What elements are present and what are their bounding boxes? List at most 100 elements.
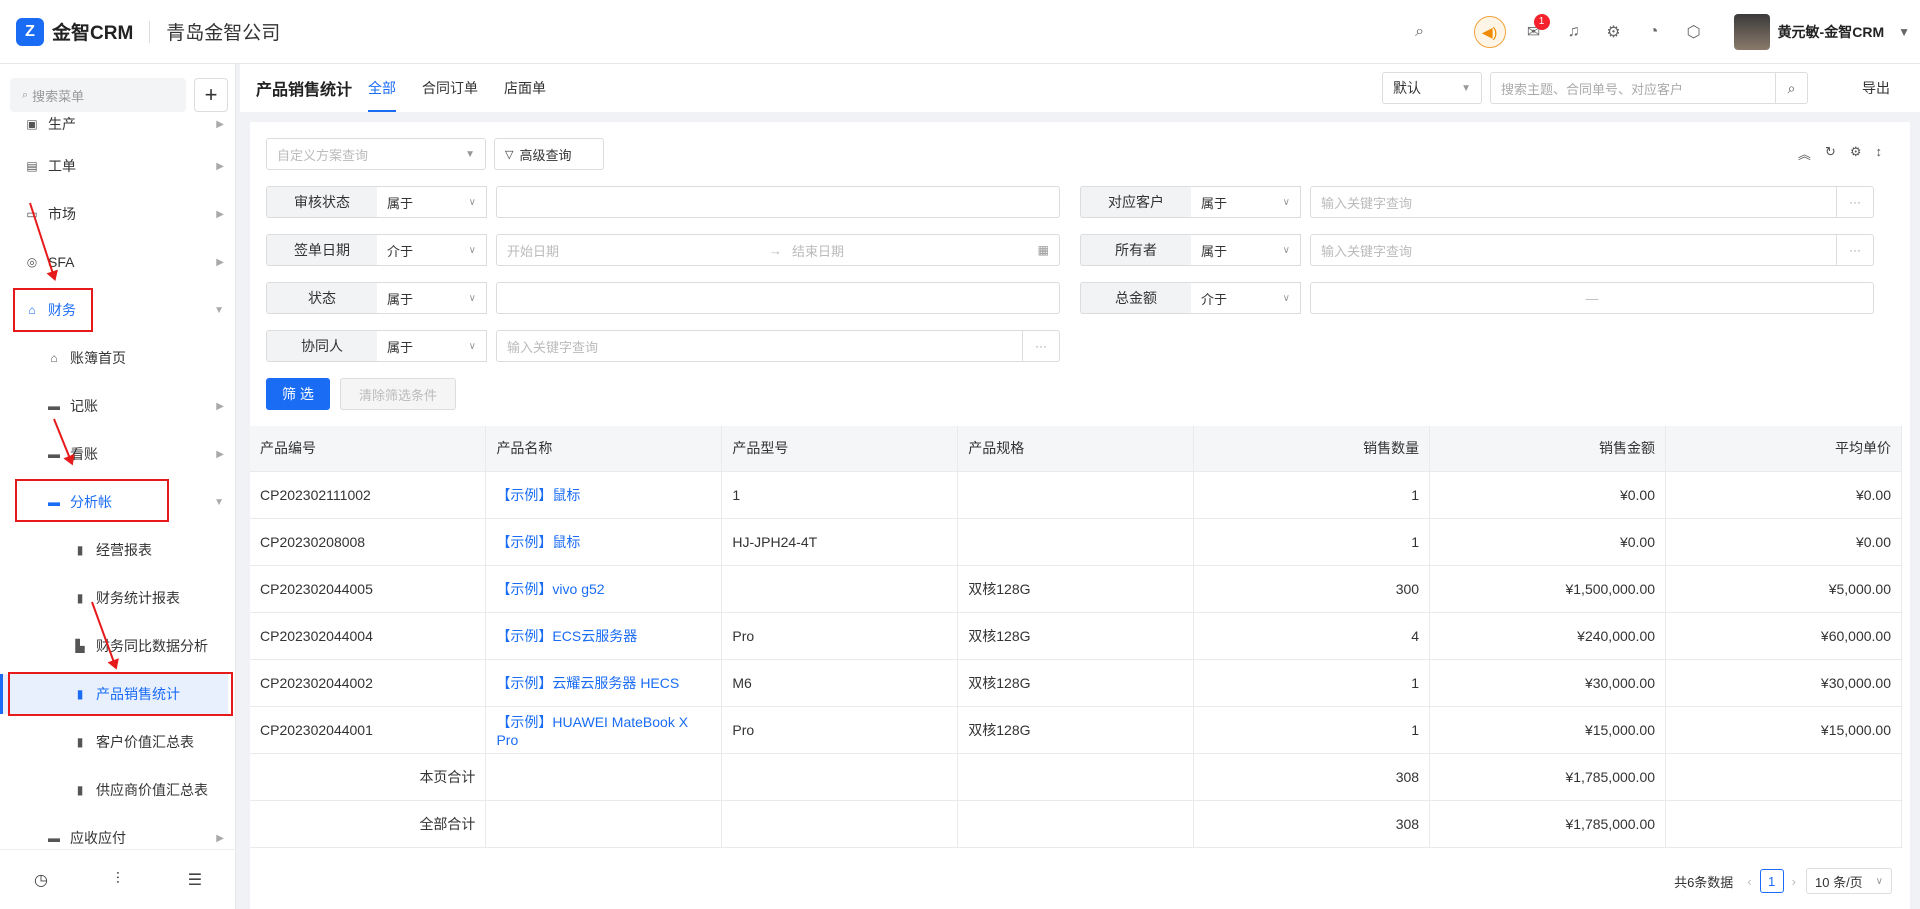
sidebar-item-sfa[interactable]: ◎ SFA ▶ [0,242,228,282]
col-avg-price[interactable]: 平均单价 [1665,426,1902,472]
sidebar-item-customer-value[interactable]: ▮ 客户价值汇总表 [0,722,228,762]
chevron-down-icon: ∨ [1282,292,1290,304]
sidebar-item-finance-stats[interactable]: ▮ 财务统计报表 [0,578,228,618]
add-menu-button[interactable]: + [194,78,228,112]
announcement-icon[interactable]: ◀) [1473,16,1506,48]
cell-model [721,565,959,613]
cell-code: CP202302044002 [250,659,487,707]
app-logo[interactable]: Z 金智CRM [16,17,134,46]
menu-search-input[interactable]: ⌕ 搜索菜单 [10,78,186,112]
message-icon[interactable]: ✉ 1 [1514,12,1554,52]
cell-avg: ¥0.00 [1665,471,1902,519]
table-row: CP202302044005 【示例】vivo g52 双核128G 300 ¥… [250,565,1902,613]
sidebar-item-workorder[interactable]: ▤ 工单 ▶ [0,146,228,186]
cell-name-link[interactable]: 【示例】鼠标 [485,518,723,566]
collaborator-more-button[interactable]: ··· [1022,330,1060,362]
clear-filter-button[interactable]: 清除筛选条件 [340,378,456,410]
view-select[interactable]: 默认 ▼ [1382,72,1482,104]
filter-input-amount-range[interactable]: — [1310,282,1874,314]
advanced-query-button[interactable]: ▽ 高级查询 [494,138,604,170]
tab-contract-orders[interactable]: 合同订单 [422,64,478,112]
workorder-icon: ▤ [26,159,38,173]
filter-op-audit-status[interactable]: 属于 ∨ [377,186,487,218]
chevron-down-icon[interactable]: ▼ [1898,25,1910,39]
col-sales-amount[interactable]: 销售金额 [1429,426,1667,472]
bell-icon[interactable]: ♫ [1554,12,1594,52]
record-search-input[interactable]: 搜索主题、合同单号、对应客户 [1490,72,1776,104]
cell-name-link[interactable]: 【示例】云耀云服务器 HECS [485,659,723,707]
filter-input-status[interactable] [496,282,1060,314]
sidebar-item-label: 财务同比数据分析 [96,638,208,654]
folder-icon: ▬ [48,399,60,413]
cell-qty: 300 [1193,565,1431,613]
sidebar-item-bookkeeping[interactable]: ▬ 记账 ▶ [0,386,228,426]
col-product-spec[interactable]: 产品规格 [957,426,1195,472]
sidebar-item-production[interactable]: ▣ 生产 ▶ [0,116,228,144]
cube-icon[interactable]: ⬡ [1674,12,1714,52]
settings-icon[interactable]: ⚙ [1850,144,1862,163]
tab-all[interactable]: 全部 [368,64,397,112]
pie-chart-icon[interactable]: ◔ [1634,12,1674,52]
filter-op-owner[interactable]: 属于 ∨ [1191,234,1301,266]
owner-more-button[interactable]: ··· [1836,234,1874,266]
filter-date-range[interactable]: 开始日期 → 结束日期 ▦ [496,234,1060,266]
filter-input-owner[interactable]: 输入关键字查询 [1310,234,1837,266]
tab-store-orders[interactable]: 店面单 [504,64,546,112]
op-value: 介于 [1201,291,1228,307]
input-placeholder: 输入关键字查询 [1321,243,1413,259]
user-name[interactable]: 黄元敏-金智CRM [1778,22,1885,42]
customer-more-button[interactable]: ··· [1836,186,1874,218]
col-product-model[interactable]: 产品型号 [721,426,959,472]
col-product-name[interactable]: 产品名称 [485,426,723,472]
filter-input-customer[interactable]: 输入关键字查询 [1310,186,1837,218]
search-icon[interactable]: ⌕ [1400,12,1440,52]
filter-input-collaborator[interactable]: 输入关键字查询 [496,330,1023,362]
chevron-down-icon: ∨ [468,292,476,304]
chevron-down-icon: ∨ [1282,196,1290,208]
prev-page-icon[interactable]: ‹ [1747,874,1751,889]
filter-label-sign-date: 签单日期 [266,234,378,266]
filter-op-customer[interactable]: 属于 ∨ [1191,186,1301,218]
cell-name-link[interactable]: 【示例】ECS云服务器 [485,612,723,660]
page-size-select[interactable]: 10 条/页 ∨ [1806,868,1892,894]
cell-amount: ¥0.00 [1429,518,1667,566]
col-product-code[interactable]: 产品编号 [250,426,487,472]
filter-input-audit-status[interactable] [496,186,1060,218]
refresh-icon[interactable]: ↻ [1825,144,1836,163]
search-button[interactable]: ⌕ [1776,72,1808,104]
empty-cell [485,800,723,848]
avatar[interactable] [1733,14,1770,50]
filter-scheme-select[interactable]: 自定义方案查询 ▼ [266,138,486,170]
sidebar-item-view-accounts[interactable]: ▬ 看账 ▶ [0,434,228,474]
collapse-icon[interactable]: ︽ [1798,144,1811,163]
cell-model: 1 [721,471,959,519]
cell-name-link[interactable]: 【示例】HUAWEI MateBook X Pro [485,706,723,754]
cell-name-link[interactable]: 【示例】vivo g52 [485,565,723,613]
sort-icon[interactable]: ↕ [1876,144,1883,163]
cell-qty: 1 [1193,518,1431,566]
next-page-icon[interactable]: › [1792,874,1796,889]
sidebar-item-ledger-home[interactable]: ⌂ 账簿首页 [0,338,228,378]
filter-button[interactable]: 筛 选 [266,378,330,410]
app-name: 金智CRM [52,23,134,44]
filter-op-sign-date[interactable]: 介于 ∨ [377,234,487,266]
filter-label-collaborator: 协同人 [266,330,378,362]
filter-settings-icon[interactable]: ⫶ [116,871,120,889]
history-icon[interactable]: ◷ [34,870,48,890]
gear-icon[interactable]: ⚙ [1594,12,1634,52]
sidebar-item-label: 应收应付 [70,830,126,846]
file-icon: ▮ [76,543,84,557]
table-row: CP202302111002 【示例】鼠标 1 1 ¥0.00 ¥0.00 [250,471,1902,519]
current-page[interactable]: 1 [1759,869,1784,893]
sidebar-item-supplier-value[interactable]: ▮ 供应商价值汇总表 [0,770,228,810]
chevron-down-icon: ∨ [468,196,476,208]
cell-qty: 1 [1193,706,1431,754]
export-button[interactable]: 导出 [1862,64,1890,112]
sidebar-item-operating-report[interactable]: ▮ 经营报表 [0,530,228,570]
collapse-menu-icon[interactable]: ☰ [188,870,202,890]
col-sales-qty[interactable]: 销售数量 [1193,426,1431,472]
filter-op-total-amount[interactable]: 介于 ∨ [1191,282,1301,314]
cell-name-link[interactable]: 【示例】鼠标 [485,471,723,519]
filter-op-collaborator[interactable]: 属于 ∨ [377,330,487,362]
filter-op-status[interactable]: 属于 ∨ [377,282,487,314]
